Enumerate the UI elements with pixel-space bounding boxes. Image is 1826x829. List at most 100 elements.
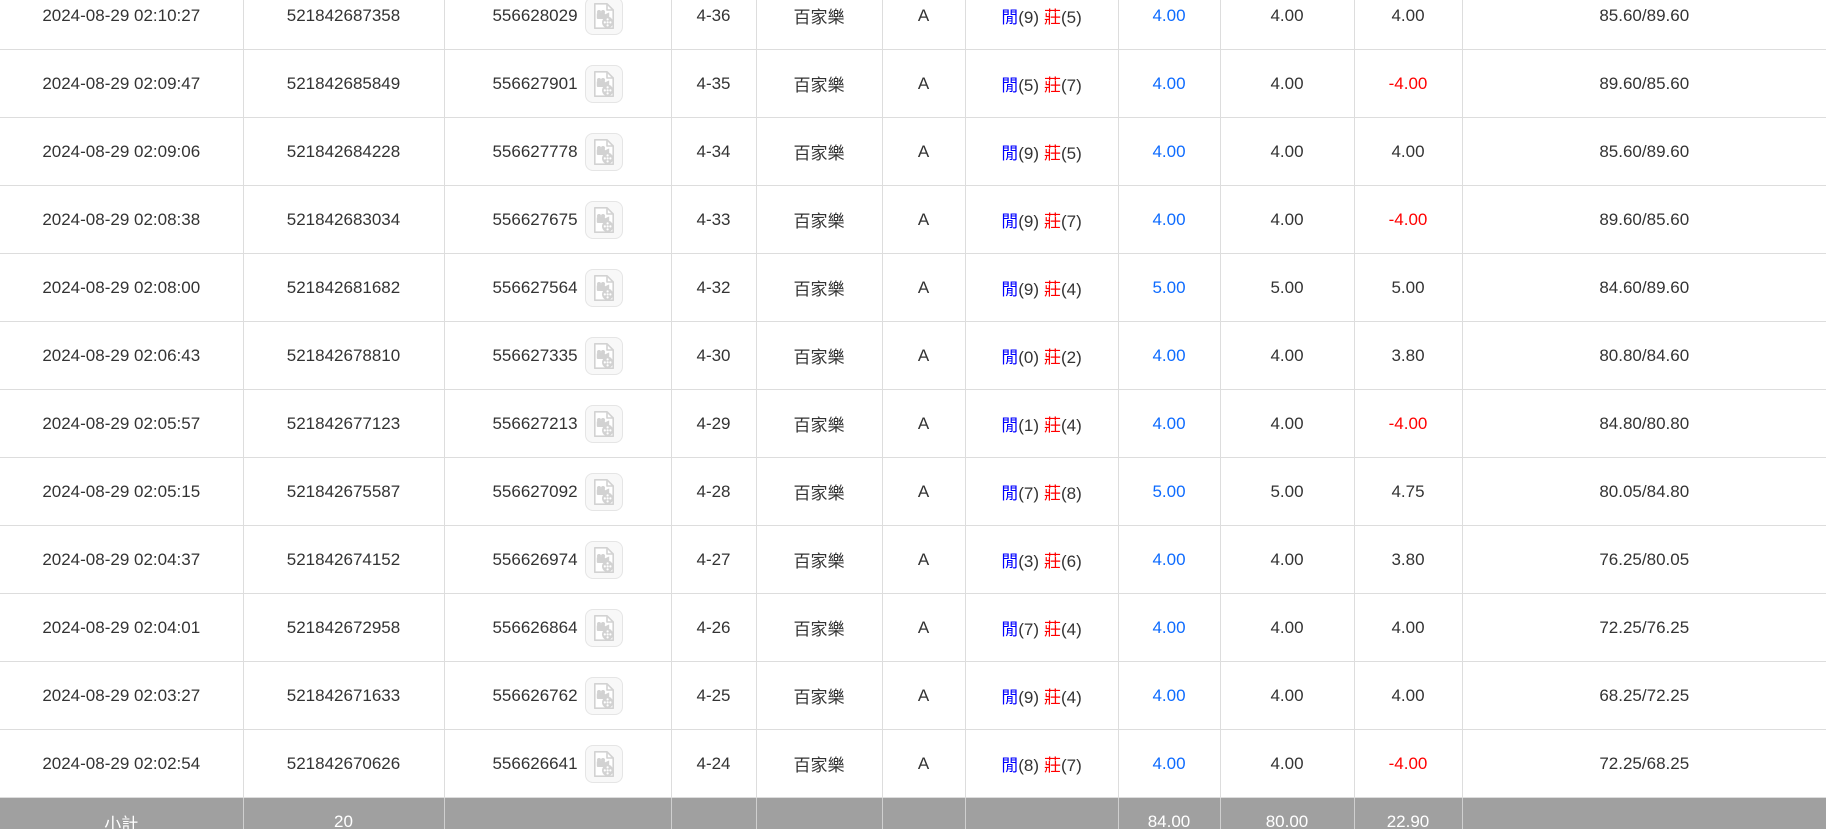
cell-bet-id: 521842675587 [243, 458, 444, 526]
cell-time: 2024-08-29 02:06:43 [0, 322, 243, 390]
bet-amount-link[interactable]: 4.00 [1152, 142, 1185, 161]
valid-bet-amount: 4.00 [1270, 550, 1303, 569]
game-type: 百家樂 [794, 212, 845, 231]
player-result-label: 閒 [1001, 416, 1018, 435]
video-replay-button[interactable] [585, 65, 623, 103]
cell-table: A [882, 254, 965, 322]
banker-result-points: (8) [1061, 484, 1082, 503]
video-replay-button[interactable] [585, 133, 623, 171]
cell-bet-amount: 4.00 [1118, 526, 1220, 594]
bet-amount-link[interactable]: 4.00 [1152, 6, 1185, 25]
video-replay-button[interactable] [585, 201, 623, 239]
cell-balance: 89.60/85.60 [1462, 186, 1826, 254]
win-loss-amount: 4.00 [1391, 142, 1424, 161]
bet-id: 521842678810 [287, 346, 400, 365]
cell-bet-amount: 4.00 [1118, 322, 1220, 390]
banker-result-points: (5) [1061, 8, 1082, 27]
cell-result: 閒(9)莊(4) [965, 254, 1118, 322]
cell-table: A [882, 730, 965, 798]
cell-round: 4-25 [671, 662, 756, 730]
cell-game-no: 556627901 [444, 50, 671, 118]
table-row: 2024-08-29 02:04:01 521842672958 5566268… [0, 594, 1826, 662]
cell-game-no: 556626762 [444, 662, 671, 730]
game-type: 百家樂 [794, 620, 845, 639]
bet-amount-link[interactable]: 5.00 [1152, 278, 1185, 297]
cell-game-no: 556628029 [444, 0, 671, 50]
video-replay-button[interactable] [585, 745, 623, 783]
bet-amount-link[interactable]: 4.00 [1152, 74, 1185, 93]
game-no: 556626974 [492, 550, 577, 570]
cell-time: 2024-08-29 02:10:27 [0, 0, 243, 50]
cell-round: 4-33 [671, 186, 756, 254]
balance-before-after: 85.60/89.60 [1599, 6, 1689, 25]
bet-amount-link[interactable]: 4.00 [1152, 550, 1185, 569]
round-number: 4-36 [696, 6, 730, 25]
cell-table: A [882, 118, 965, 186]
cell-bet-amount: 4.00 [1118, 730, 1220, 798]
balance-before-after: 89.60/85.60 [1599, 210, 1689, 229]
bet-time: 2024-08-29 02:03:27 [42, 686, 200, 705]
bet-amount-link[interactable]: 4.00 [1152, 210, 1185, 229]
cell-bet-id: 521842677123 [243, 390, 444, 458]
cell-valid-bet: 4.00 [1220, 118, 1354, 186]
video-replay-button[interactable] [585, 337, 623, 375]
bet-amount-link[interactable]: 5.00 [1152, 482, 1185, 501]
player-result-label: 閒 [1001, 484, 1018, 503]
player-result-label: 閒 [1001, 144, 1018, 163]
game-type: 百家樂 [794, 484, 845, 503]
cell-bet-amount: 4.00 [1118, 118, 1220, 186]
video-replay-button[interactable] [585, 609, 623, 647]
cell-win-loss: 4.00 [1354, 662, 1462, 730]
bet-id: 521842672958 [287, 618, 400, 637]
bet-id: 521842674152 [287, 550, 400, 569]
table-row: 2024-08-29 02:03:27 521842671633 5566267… [0, 662, 1826, 730]
player-result-points: (0) [1018, 348, 1039, 367]
game-no: 556627901 [492, 74, 577, 94]
video-replay-button[interactable] [585, 541, 623, 579]
summary-bet-total: 84.00 [1148, 812, 1191, 829]
banker-result-label: 莊 [1044, 484, 1061, 503]
cell-balance: 72.25/68.25 [1462, 730, 1826, 798]
video-replay-button[interactable] [585, 473, 623, 511]
cell-bet-id: 521842685849 [243, 50, 444, 118]
cell-game-type: 百家樂 [756, 186, 882, 254]
bet-amount-link[interactable]: 4.00 [1152, 618, 1185, 637]
game-no-wrap: 556627675 [492, 201, 622, 239]
cell-win-loss: -4.00 [1354, 390, 1462, 458]
video-replay-button[interactable] [585, 677, 623, 715]
video-replay-button[interactable] [585, 0, 623, 35]
balance-before-after: 72.25/68.25 [1599, 754, 1689, 773]
cell-time: 2024-08-29 02:05:57 [0, 390, 243, 458]
bet-id: 521842670626 [287, 754, 400, 773]
video-file-icon [591, 682, 617, 710]
cell-result: 閒(5)莊(7) [965, 50, 1118, 118]
banker-result-label: 莊 [1044, 756, 1061, 775]
video-replay-button[interactable] [585, 405, 623, 443]
video-replay-button[interactable] [585, 269, 623, 307]
game-no-wrap: 556627901 [492, 65, 622, 103]
game-no: 556627213 [492, 414, 577, 434]
cell-table: A [882, 594, 965, 662]
bet-time: 2024-08-29 02:09:47 [42, 74, 200, 93]
win-loss-amount: 4.00 [1391, 6, 1424, 25]
win-loss-amount: 3.80 [1391, 550, 1424, 569]
table-row: 2024-08-29 02:08:00 521842681682 5566275… [0, 254, 1826, 322]
cell-bet-amount: 4.00 [1118, 186, 1220, 254]
bet-time: 2024-08-29 02:10:27 [42, 6, 200, 25]
game-type: 百家樂 [794, 756, 845, 775]
game-no: 556626641 [492, 754, 577, 774]
cell-result: 閒(9)莊(5) [965, 0, 1118, 50]
table-code: A [918, 6, 929, 25]
bet-amount-link[interactable]: 4.00 [1152, 754, 1185, 773]
valid-bet-amount: 4.00 [1270, 618, 1303, 637]
game-no: 556626762 [492, 686, 577, 706]
bet-amount-link[interactable]: 4.00 [1152, 414, 1185, 433]
game-type: 百家樂 [794, 8, 845, 27]
balance-before-after: 85.60/89.60 [1599, 142, 1689, 161]
table-code: A [918, 618, 929, 637]
balance-before-after: 84.60/89.60 [1599, 278, 1689, 297]
bet-amount-link[interactable]: 4.00 [1152, 346, 1185, 365]
round-number: 4-32 [696, 278, 730, 297]
cell-game-type: 百家樂 [756, 50, 882, 118]
bet-amount-link[interactable]: 4.00 [1152, 686, 1185, 705]
